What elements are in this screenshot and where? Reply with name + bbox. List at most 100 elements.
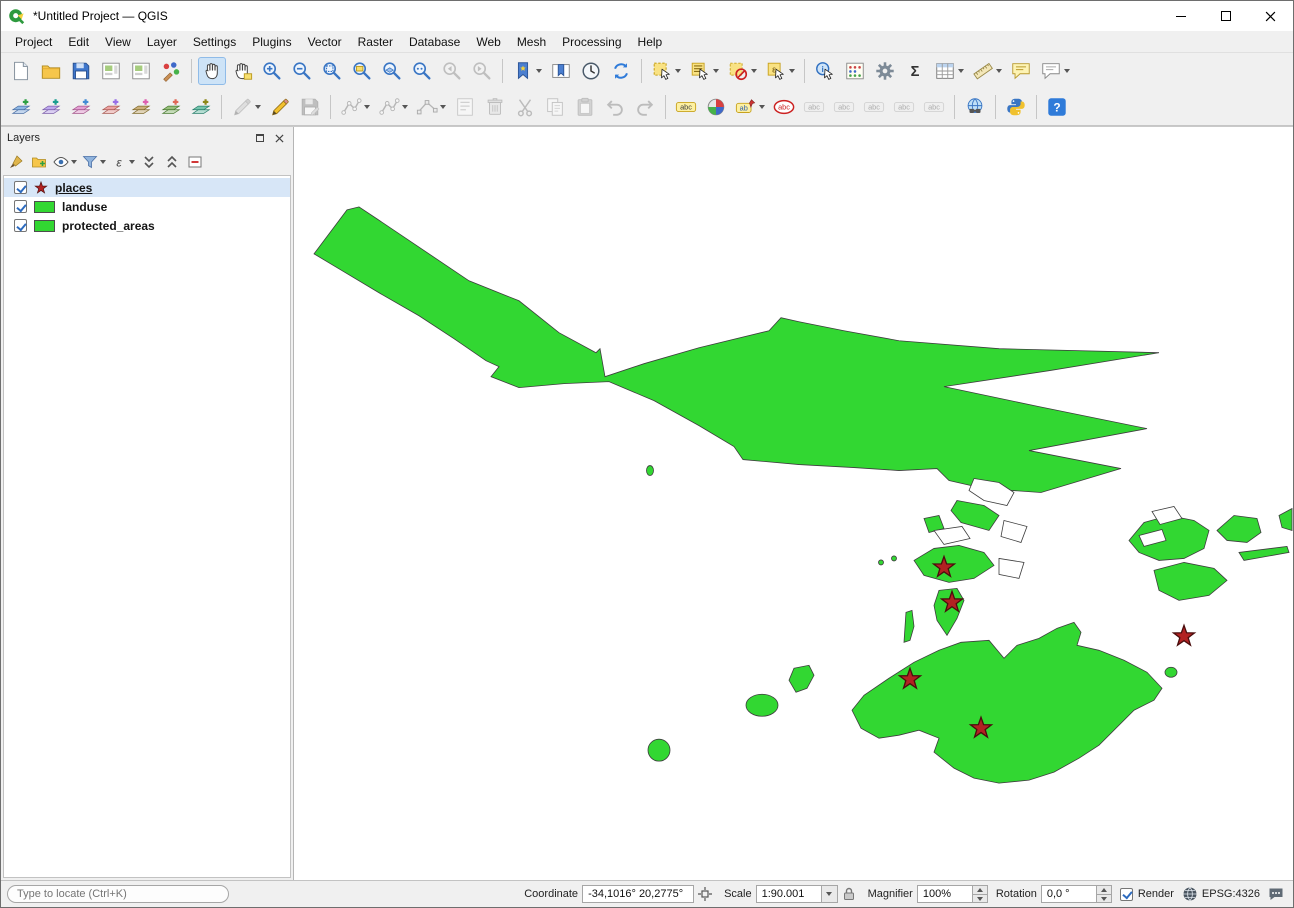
menu-help[interactable]: Help — [630, 33, 671, 51]
menu-plugins[interactable]: Plugins — [244, 33, 299, 51]
menu-raster[interactable]: Raster — [350, 33, 401, 51]
open-attribute-table-button[interactable] — [931, 57, 967, 85]
toggle-extents-button[interactable] — [697, 886, 713, 902]
zoom-to-selection-button[interactable] — [348, 57, 376, 85]
menu-settings[interactable]: Settings — [185, 33, 244, 51]
change-label-button[interactable] — [860, 93, 888, 121]
current-edits-button[interactable] — [228, 93, 264, 121]
rotation-down-button[interactable] — [1097, 894, 1112, 903]
filter-legend-button[interactable] — [80, 151, 108, 173]
zoom-next-button[interactable] — [468, 57, 496, 85]
digitize-with-segment-button[interactable] — [337, 93, 373, 121]
zoom-native-resolution-button[interactable] — [408, 57, 436, 85]
menu-web[interactable]: Web — [468, 33, 508, 51]
panel-float-button[interactable] — [252, 130, 268, 146]
menu-database[interactable]: Database — [401, 33, 468, 51]
options-button[interactable] — [871, 57, 899, 85]
toggle-editing-button[interactable] — [266, 93, 294, 121]
statistical-summary-button[interactable] — [901, 57, 929, 85]
new-geopackage-layer-button[interactable] — [7, 93, 35, 121]
style-manager-button[interactable] — [157, 57, 185, 85]
field-calculator-button[interactable] — [841, 57, 869, 85]
layer-visibility-checkbox[interactable] — [14, 219, 27, 232]
highlight-pinned-labels-button[interactable] — [770, 93, 798, 121]
delete-selected-button[interactable] — [481, 93, 509, 121]
layer-item-places[interactable]: places — [4, 178, 290, 197]
undo-button[interactable] — [601, 93, 629, 121]
filter-by-expression-button[interactable] — [109, 151, 137, 173]
copy-features-button[interactable] — [541, 93, 569, 121]
new-mesh-layer-button[interactable] — [127, 93, 155, 121]
add-circular-string-button[interactable] — [375, 93, 411, 121]
menu-view[interactable]: View — [97, 33, 139, 51]
label-extra-button[interactable] — [920, 93, 948, 121]
messages-button[interactable] — [1268, 886, 1284, 902]
magnifier-down-button[interactable] — [973, 894, 988, 903]
coordinate-field[interactable]: -34,1016° 20,2775° — [582, 885, 694, 903]
scale-combo[interactable]: 1:90.001 — [756, 885, 838, 903]
open-layer-styling-button[interactable] — [5, 151, 27, 173]
zoom-in-button[interactable] — [258, 57, 286, 85]
save-project-button[interactable] — [67, 57, 95, 85]
layer-item-protected-areas[interactable]: protected_areas — [4, 216, 290, 235]
zoom-last-button[interactable] — [438, 57, 466, 85]
pin-labels-button[interactable] — [732, 93, 768, 121]
layer-labeling-button[interactable] — [672, 93, 700, 121]
show-hide-labels-button[interactable] — [890, 93, 918, 121]
redo-button[interactable] — [631, 93, 659, 121]
select-features-by-value-button[interactable] — [686, 57, 722, 85]
vertex-tool-button[interactable] — [413, 93, 449, 121]
new-shapefile-layer-button[interactable] — [37, 93, 65, 121]
paste-features-button[interactable] — [571, 93, 599, 121]
magnifier-up-button[interactable] — [973, 885, 988, 894]
map-tips-button[interactable] — [1007, 57, 1035, 85]
expand-all-button[interactable] — [138, 151, 160, 173]
render-checkbox[interactable] — [1120, 888, 1133, 901]
new-project-button[interactable] — [7, 57, 35, 85]
minimize-button[interactable] — [1158, 1, 1203, 31]
layer-item-landuse[interactable]: landuse — [4, 197, 290, 216]
move-label-button[interactable] — [800, 93, 828, 121]
zoom-to-layer-button[interactable] — [378, 57, 406, 85]
modify-attributes-button[interactable] — [451, 93, 479, 121]
maximize-button[interactable] — [1203, 1, 1248, 31]
pan-to-selection-button[interactable] — [228, 57, 256, 85]
add-group-button[interactable] — [28, 151, 50, 173]
temporal-controller-button[interactable] — [577, 57, 605, 85]
layer-diagram-button[interactable] — [702, 93, 730, 121]
lock-scale-button[interactable] — [841, 886, 857, 902]
python-console-button[interactable] — [1002, 93, 1030, 121]
menu-edit[interactable]: Edit — [60, 33, 97, 51]
rotation-up-button[interactable] — [1097, 885, 1112, 894]
menu-processing[interactable]: Processing — [554, 33, 629, 51]
manage-map-themes-button[interactable] — [51, 151, 79, 173]
new-gpx-layer-button[interactable] — [157, 93, 185, 121]
select-features-button[interactable] — [648, 57, 684, 85]
menu-layer[interactable]: Layer — [139, 33, 185, 51]
magnifier-spinbox[interactable]: 100% — [917, 885, 988, 903]
menu-mesh[interactable]: Mesh — [509, 33, 554, 51]
menu-project[interactable]: Project — [7, 33, 60, 51]
show-layout-manager-button[interactable] — [127, 57, 155, 85]
select-by-expression-button[interactable] — [762, 57, 798, 85]
remove-layer-button[interactable] — [184, 151, 206, 173]
layer-visibility-checkbox[interactable] — [14, 181, 27, 194]
metasearch-button[interactable] — [961, 93, 989, 121]
menu-vector[interactable]: Vector — [300, 33, 350, 51]
zoom-out-button[interactable] — [288, 57, 316, 85]
new-spatialite-layer-button[interactable] — [67, 93, 95, 121]
identify-features-button[interactable] — [811, 57, 839, 85]
new-spatial-bookmark-button[interactable] — [509, 57, 545, 85]
help-button[interactable] — [1043, 93, 1071, 121]
annotation-button[interactable] — [1037, 57, 1073, 85]
pan-map-button[interactable] — [198, 57, 226, 85]
layer-visibility-checkbox[interactable] — [14, 200, 27, 213]
new-virtual-layer-button[interactable] — [187, 93, 215, 121]
save-layer-edits-button[interactable] — [296, 93, 324, 121]
render-toggle[interactable]: Render — [1120, 888, 1174, 901]
rotate-label-button[interactable] — [830, 93, 858, 121]
collapse-all-button[interactable] — [161, 151, 183, 173]
new-print-layout-button[interactable] — [97, 57, 125, 85]
scale-dropdown-button[interactable] — [822, 885, 838, 903]
close-button[interactable] — [1248, 1, 1293, 31]
